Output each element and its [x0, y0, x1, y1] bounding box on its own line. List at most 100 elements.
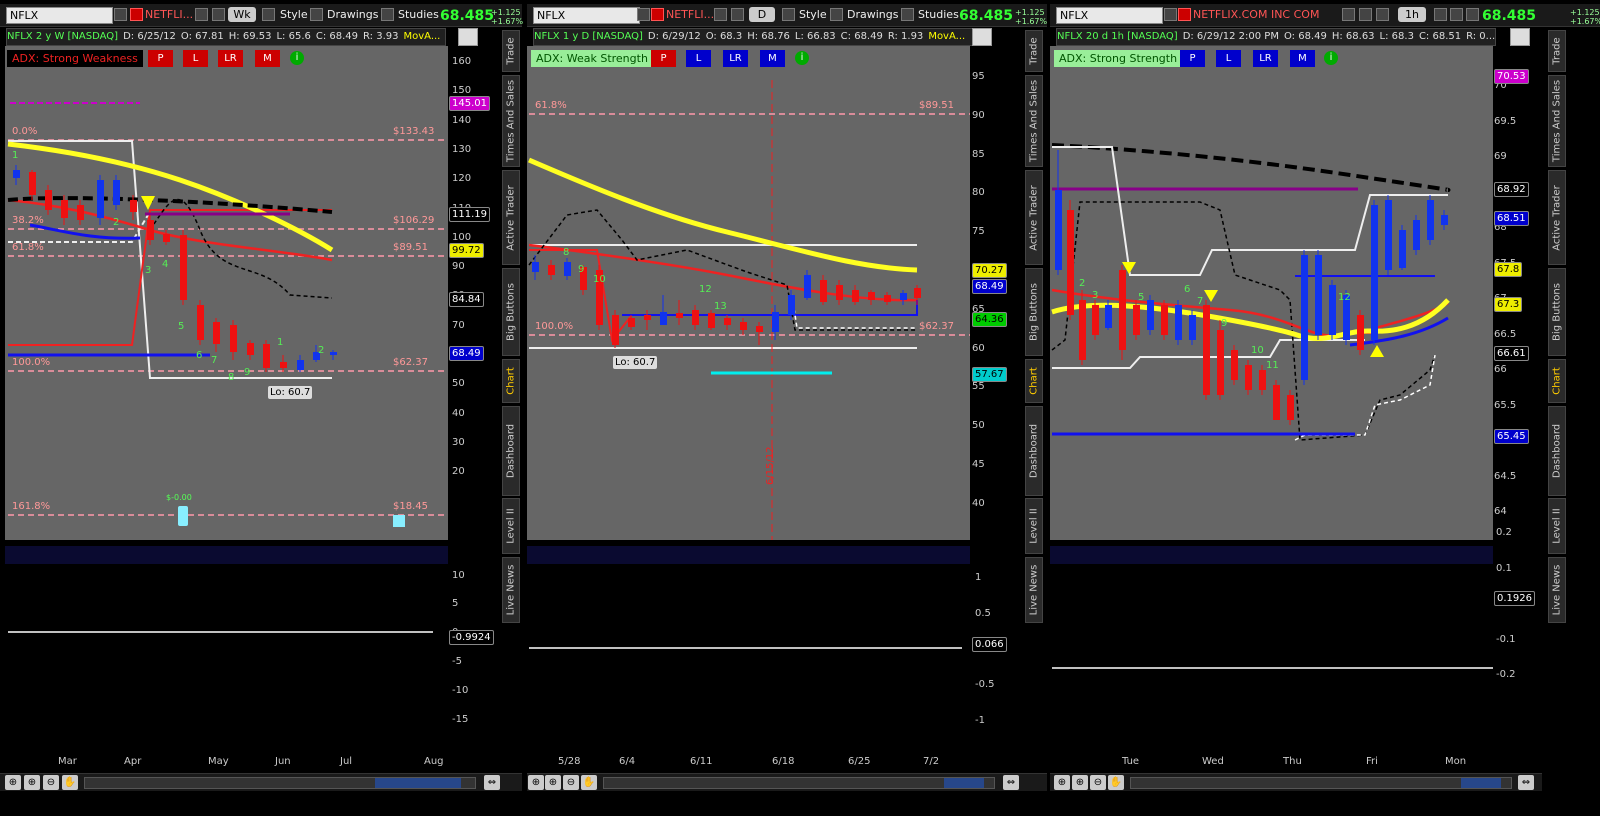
earnings-icon[interactable] [178, 506, 188, 526]
candle-body [756, 326, 763, 332]
price-scale-label: 40 [452, 407, 465, 419]
price-scale-label: 150 [452, 85, 472, 97]
side-tab-chart[interactable]: Chart [1025, 359, 1043, 403]
zoom-out-icon[interactable]: ⊖ [1090, 775, 1106, 790]
side-tab-times-and-sales[interactable]: Times And Sales [1025, 75, 1043, 167]
price-tag: 67.3 [1494, 297, 1523, 312]
candle-body [836, 285, 843, 300]
side-tab-label: Big Buttons [1551, 283, 1563, 341]
expand-icon[interactable]: ⇔ [1518, 775, 1534, 790]
side-tab-live-news[interactable]: Live News [1548, 557, 1566, 623]
zoom-out-icon[interactable]: ⊖ [563, 775, 579, 790]
zoom-in-icon[interactable]: ⊕ [5, 775, 21, 790]
zoom-in-icon[interactable]: ⊕ [528, 775, 544, 790]
candle-body [1329, 285, 1336, 335]
candle-body [884, 295, 891, 302]
candle-body [1427, 200, 1434, 240]
time-scrollbar[interactable] [603, 777, 995, 789]
candle-body [130, 200, 137, 212]
side-tab-chart[interactable]: Chart [502, 359, 520, 403]
side-tab-live-news[interactable]: Live News [502, 557, 520, 623]
side-tab-dashboard[interactable]: Dashboard [502, 406, 520, 496]
price-tag: 67.8 [1494, 262, 1523, 277]
pan-hand-icon[interactable]: ✋ [1108, 775, 1124, 790]
candle-body [628, 318, 635, 327]
time-scrollbar[interactable] [84, 777, 476, 789]
zoom-area-icon[interactable]: ⊕ [545, 775, 561, 790]
dividend-icon[interactable] [393, 515, 405, 527]
wave-count-label: 7 [211, 355, 218, 366]
wave-count-label: 13 [714, 301, 727, 312]
side-tab-level-ii[interactable]: Level II [1025, 498, 1043, 554]
side-tab-big-buttons[interactable]: Big Buttons [1548, 268, 1566, 356]
bottom-toolbar: ⊕ ⊕ ⊖ ✋ ⇔ [1050, 773, 1542, 791]
expand-icon[interactable]: ⇔ [484, 775, 500, 790]
wave-count-label: 3 [1092, 290, 1099, 301]
side-tab-times-and-sales[interactable]: Times And Sales [502, 75, 520, 167]
scroll-thumb[interactable] [375, 778, 461, 788]
osc-tag: 0.1926 [1494, 591, 1535, 606]
side-tab-dashboard[interactable]: Dashboard [1548, 406, 1566, 496]
time-scrollbar[interactable] [1130, 777, 1512, 789]
side-tab-dashboard[interactable]: Dashboard [1025, 406, 1043, 496]
time-axis-label: 6/18 [772, 756, 795, 767]
lo-label: Lo: 60.7 [613, 356, 658, 369]
osc-tag: 0.066 [972, 637, 1007, 652]
price-scale-label: 65.5 [1494, 399, 1517, 411]
scroll-thumb[interactable] [944, 778, 984, 788]
side-tab-label: Trade [1551, 37, 1563, 65]
candle-body [113, 180, 120, 205]
side-tab-label: Times And Sales [1551, 79, 1563, 163]
expand-icon[interactable]: ⇔ [1003, 775, 1019, 790]
candle-body [724, 318, 731, 325]
osc-scale-label: 10 [452, 570, 465, 581]
candle-body [247, 343, 254, 355]
price-scale-label: 50 [452, 378, 465, 390]
pan-hand-icon[interactable]: ✋ [581, 775, 597, 790]
price-scale-label: 120 [452, 173, 472, 185]
candle-body [708, 313, 715, 328]
candle-body [97, 180, 104, 218]
pan-hand-icon[interactable]: ✋ [62, 775, 78, 790]
side-tab-label: Active Trader [1551, 184, 1563, 251]
wave-count-label: 11 [1266, 360, 1279, 371]
side-tab-label: Chart [1551, 367, 1563, 395]
side-tab-label: Big Buttons [505, 283, 517, 341]
side-tab-level-ii[interactable]: Level II [502, 498, 520, 554]
price-tag: 111.19 [449, 207, 490, 222]
scroll-thumb[interactable] [1461, 778, 1501, 788]
candle-body [1441, 215, 1448, 225]
side-tab-live-news[interactable]: Live News [1025, 557, 1043, 623]
price-scale-label: 75 [972, 226, 985, 238]
side-tab-chart[interactable]: Chart [1548, 359, 1566, 403]
side-tab-active-trader[interactable]: Active Trader [502, 170, 520, 265]
price-tag: 70.53 [1494, 69, 1529, 84]
side-tab-trade[interactable]: Trade [502, 30, 520, 72]
side-tab-big-buttons[interactable]: Big Buttons [1025, 268, 1043, 356]
candle-body [230, 325, 237, 352]
candle-body [213, 322, 220, 344]
lower-study-header [5, 546, 448, 564]
side-tab-level-ii[interactable]: Level II [1548, 498, 1566, 554]
zoom-area-icon[interactable]: ⊕ [1072, 775, 1088, 790]
zoom-area-icon[interactable]: ⊕ [24, 775, 40, 790]
side-tab-times-and-sales[interactable]: Times And Sales [1548, 75, 1566, 167]
fib-label: 100.0% [12, 357, 51, 368]
side-tab-trade[interactable]: Trade [1025, 30, 1043, 72]
side-tab-big-buttons[interactable]: Big Buttons [502, 268, 520, 356]
candle-body [1399, 230, 1406, 268]
candle-body [644, 315, 651, 320]
time-axis-label: May [208, 756, 229, 767]
side-tab-trade[interactable]: Trade [1548, 30, 1566, 72]
side-tab-active-trader[interactable]: Active Trader [1025, 170, 1043, 265]
candle-body [13, 170, 20, 178]
zoom-out-icon[interactable]: ⊖ [43, 775, 59, 790]
price-scale-label: 85 [972, 148, 985, 160]
fib-label: 161.8% [12, 501, 51, 512]
candle-body [1067, 210, 1074, 315]
zoom-in-icon[interactable]: ⊕ [1054, 775, 1070, 790]
candle-body [147, 220, 154, 240]
candle-body [612, 315, 619, 345]
price-scale-label: 45 [972, 459, 985, 470]
side-tab-active-trader[interactable]: Active Trader [1548, 170, 1566, 265]
